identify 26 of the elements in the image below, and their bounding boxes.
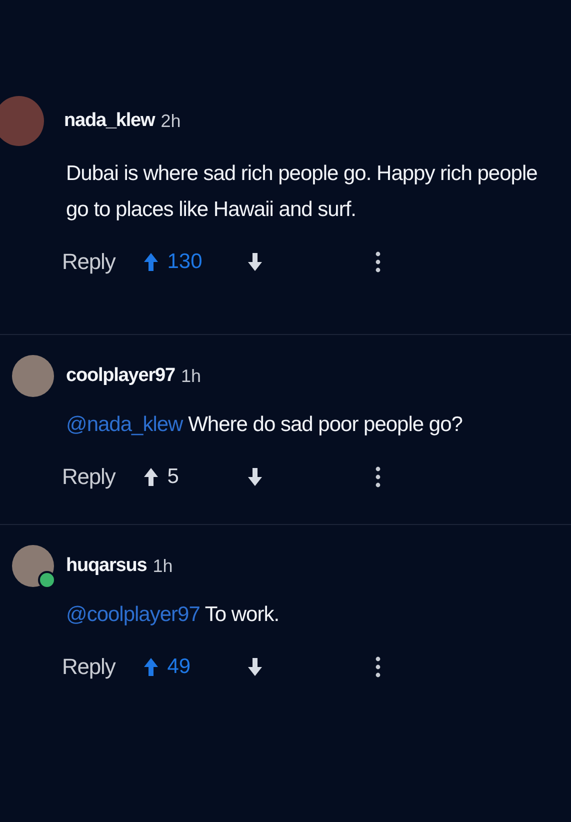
comment-text: @coolplayer97 To work.: [66, 602, 280, 628]
downvote-icon[interactable]: [247, 657, 264, 677]
username[interactable]: huqarsus: [66, 555, 147, 577]
comment-text: @nada_klew Where do sad poor people go?: [66, 412, 464, 438]
downvote-icon[interactable]: [247, 467, 264, 487]
comment-text: Dubai is where sad rich people go. Happy rich people go to places like Hawaii and surf.: [66, 161, 538, 223]
timestamp: 1h: [152, 556, 173, 576]
avatar[interactable]: [12, 355, 54, 397]
username[interactable]: nada_klew: [64, 110, 155, 132]
vote-count: 130: [167, 250, 204, 274]
reply-button[interactable]: Reply: [62, 249, 116, 275]
mention-link[interactable]: @nada_klew: [66, 413, 183, 436]
mention-link[interactable]: @coolplayer97: [66, 603, 200, 626]
more-options-icon[interactable]: [375, 466, 382, 488]
reply-button[interactable]: Reply: [62, 654, 116, 680]
more-options-icon[interactable]: [375, 656, 382, 678]
vote-count: 5: [167, 465, 180, 489]
vote-count: 49: [167, 655, 192, 679]
more-options-icon[interactable]: [375, 251, 382, 273]
timestamp: 2h: [160, 110, 181, 132]
avatar[interactable]: [12, 545, 54, 587]
reply-button[interactable]: Reply: [62, 464, 116, 490]
upvote-icon[interactable]: [143, 467, 160, 487]
downvote-icon[interactable]: [247, 252, 264, 272]
username[interactable]: coolplayer97: [66, 365, 175, 387]
timestamp: 1h: [180, 366, 202, 386]
